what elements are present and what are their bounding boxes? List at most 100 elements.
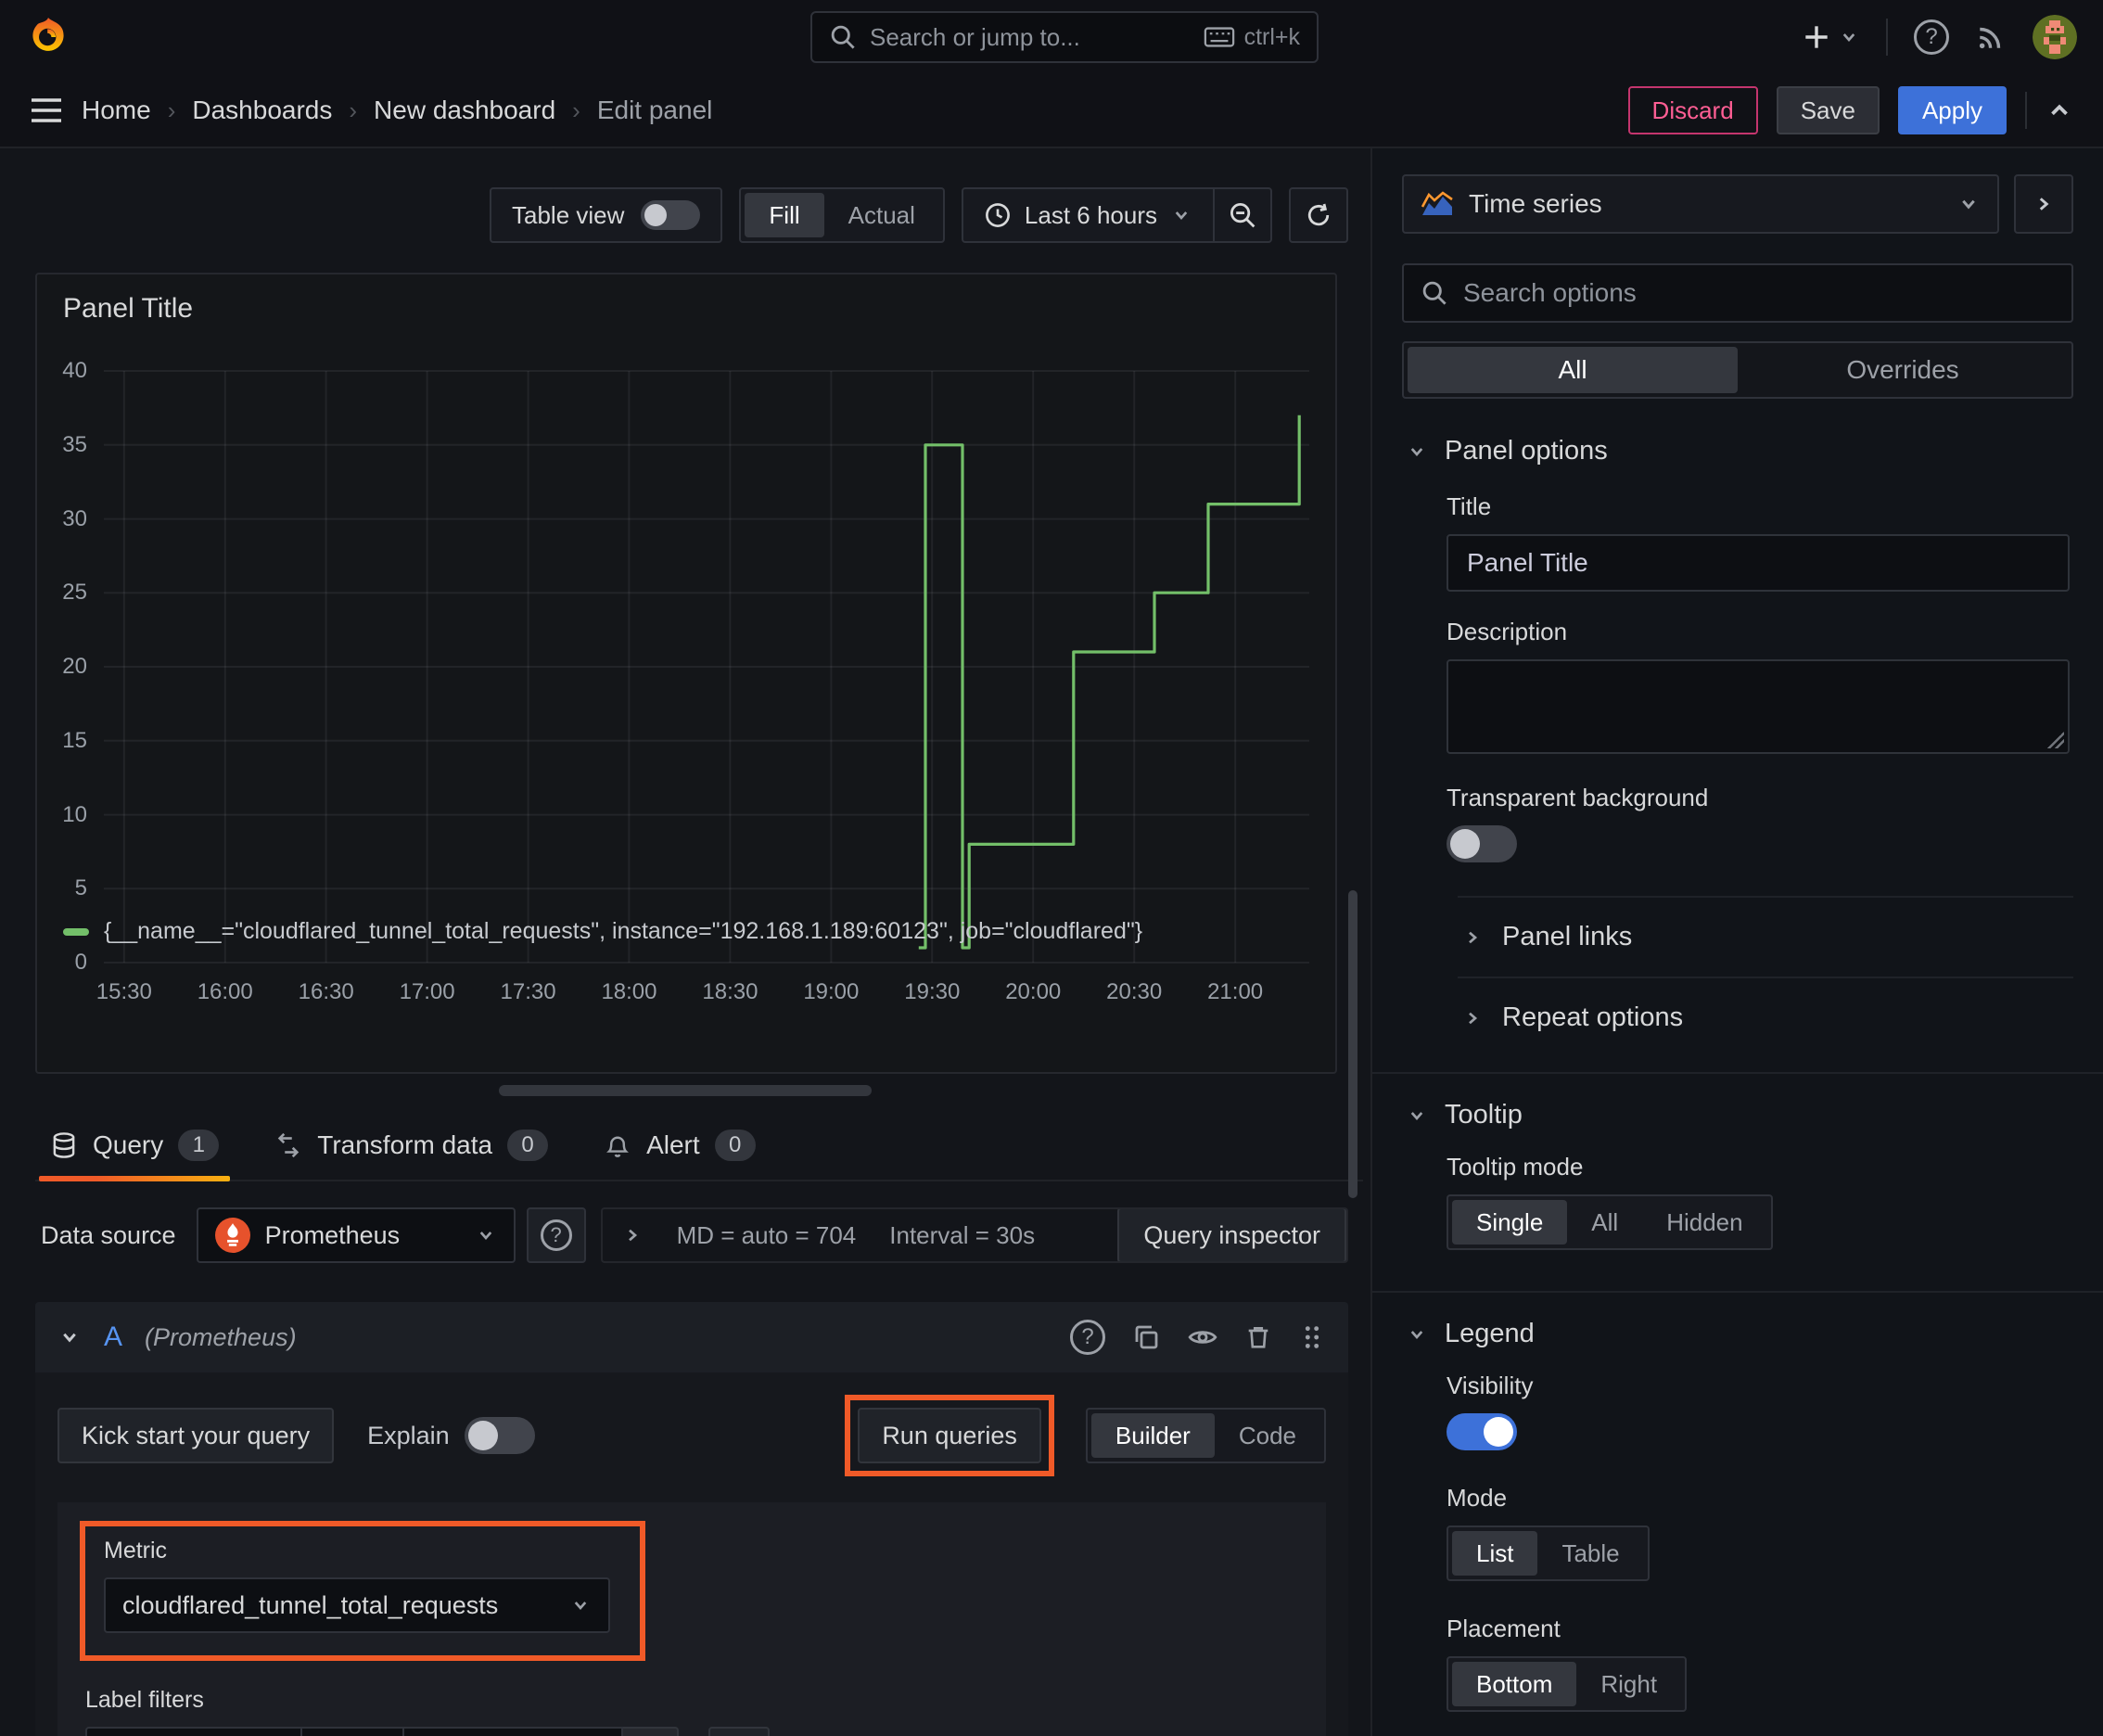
run-queries-button[interactable]: Run queries <box>858 1408 1041 1463</box>
edit-area-scrollbar[interactable] <box>1348 890 1357 1198</box>
panel-options-title: Panel options <box>1445 436 1608 466</box>
refresh-button[interactable] <box>1289 187 1348 243</box>
legend-placement-right[interactable]: Right <box>1576 1662 1681 1706</box>
title-label: Title <box>1447 492 1492 520</box>
explain-toggle[interactable] <box>464 1417 535 1454</box>
tooltip-section-header[interactable]: Tooltip <box>1402 1074 2073 1153</box>
query-inspector-button[interactable]: Query inspector <box>1117 1209 1346 1261</box>
datasource-picker[interactable]: Prometheus <box>196 1207 516 1263</box>
query-card-header[interactable]: A (Prometheus) ? <box>35 1302 1348 1372</box>
actions-divider <box>2025 92 2027 129</box>
breadcrumb-new-dashboard[interactable]: New dashboard <box>374 96 555 125</box>
tab-query[interactable]: Query 1 <box>38 1130 231 1181</box>
breadcrumb-separator: › <box>572 96 580 124</box>
code-option[interactable]: Code <box>1215 1413 1320 1458</box>
delete-query-trash-icon[interactable] <box>1244 1323 1272 1351</box>
panel-preview: Panel Title 0 5 10 15 20 25 30 35 40 15:30 16:00 16… <box>35 273 1337 1074</box>
collapse-options-pane-button[interactable] <box>2014 174 2073 234</box>
time-picker-group: Last 6 hours <box>961 187 1272 243</box>
global-search[interactable]: ctrl+k <box>810 11 1319 63</box>
zoom-out-button[interactable] <box>1215 187 1270 243</box>
visualization-picker[interactable]: Time series <box>1402 174 1999 234</box>
breadcrumb-edit-panel: Edit panel <box>596 96 713 124</box>
y-axis-tick-label: 5 <box>74 875 87 901</box>
duplicate-query-icon[interactable] <box>1131 1322 1161 1352</box>
all-overrides-tabs: All Overrides <box>1402 341 2073 399</box>
tab-overrides[interactable]: Overrides <box>1738 347 2068 393</box>
legend-mode-table[interactable]: Table <box>1537 1531 1643 1576</box>
resize-drag-handle[interactable] <box>499 1085 872 1096</box>
builder-option[interactable]: Builder <box>1090 1413 1215 1458</box>
add-filter-button[interactable] <box>708 1727 770 1736</box>
select-value-dropdown[interactable]: Select value <box>404 1727 623 1736</box>
zoom-out-icon <box>1230 203 1255 228</box>
table-view-toggle-chip: Table view <box>490 187 723 243</box>
help-icon[interactable]: ? <box>1914 19 1949 55</box>
fill-option[interactable]: Fill <box>745 193 824 237</box>
tab-alert[interactable]: Alert 0 <box>600 1130 759 1180</box>
breadcrumb-dashboards[interactable]: Dashboards <box>192 96 332 125</box>
transform-icon <box>274 1131 302 1159</box>
actual-option[interactable]: Actual <box>824 193 939 237</box>
legend-section-header[interactable]: Legend <box>1402 1293 2073 1372</box>
panel-edit-toolbar: Table view Fill Actual Last 6 hours <box>35 187 1348 243</box>
legend-mode-list[interactable]: List <box>1452 1531 1538 1576</box>
chart-plot-area[interactable] <box>104 370 1309 964</box>
legend-visibility-toggle[interactable] <box>1447 1413 1517 1450</box>
apply-button[interactable]: Apply <box>1897 86 2007 134</box>
legend-mode-segmented: List Table <box>1447 1525 1650 1581</box>
drag-handle-icon[interactable] <box>1298 1323 1326 1351</box>
legend-placement-bottom[interactable]: Bottom <box>1452 1662 1577 1706</box>
query-section: Data source Prometheus ? MD = auto = 704… <box>35 1207 1348 1736</box>
tab-all[interactable]: All <box>1408 347 1738 393</box>
news-icon[interactable] <box>1975 21 2007 53</box>
save-button[interactable]: Save <box>1776 86 1880 134</box>
collapse-header-icon[interactable] <box>2046 96 2073 124</box>
tooltip-mode-hidden[interactable]: Hidden <box>1642 1200 1766 1245</box>
hide-query-eye-icon[interactable] <box>1187 1321 1218 1353</box>
panel-options-section-header[interactable]: Panel options <box>1402 410 2073 489</box>
kick-start-query-button[interactable]: Kick start your query <box>57 1408 335 1463</box>
query-ref-id: A <box>104 1321 123 1352</box>
tooltip-mode-single[interactable]: Single <box>1452 1200 1568 1245</box>
database-icon <box>50 1131 78 1159</box>
query-count-badge: 1 <box>178 1130 220 1161</box>
description-textarea[interactable] <box>1447 659 2070 754</box>
panel-links-section-header[interactable]: Panel links <box>1402 898 2073 976</box>
remove-filter-button[interactable]: x <box>623 1727 679 1736</box>
search-options-input[interactable] <box>1463 278 2055 308</box>
chevron-right-icon[interactable] <box>621 1224 644 1246</box>
visualization-value: Time series <box>1469 189 1602 218</box>
x-axis-tick-label: 19:30 <box>904 979 961 1004</box>
repeat-options-section-header[interactable]: Repeat options <box>1402 978 2073 1057</box>
search-options-box[interactable] <box>1402 263 2073 323</box>
chevron-down-icon <box>1962 199 1975 210</box>
breadcrumb-home[interactable]: Home <box>82 96 151 125</box>
user-avatar[interactable] <box>2033 15 2077 59</box>
grafana-logo[interactable] <box>26 15 70 59</box>
x-axis-tick-label: 17:30 <box>500 979 556 1004</box>
discard-button[interactable]: Discard <box>1627 86 1758 134</box>
resize-handle-icon[interactable] <box>2046 730 2064 748</box>
panel-title: Panel Title <box>63 293 194 324</box>
panel-title-input[interactable] <box>1447 534 2070 592</box>
query-help-icon[interactable]: ? <box>1070 1320 1105 1355</box>
series-label[interactable]: {__name__="cloudflared_tunnel_total_requ… <box>104 918 1142 945</box>
new-dropdown-button[interactable] <box>1801 21 1860 53</box>
hamburger-menu-icon[interactable] <box>30 97 63 123</box>
tab-transform-data[interactable]: Transform data 0 <box>271 1130 552 1180</box>
select-label-dropdown[interactable]: Select label <box>85 1727 302 1736</box>
breadcrumb-separator: › <box>349 96 358 124</box>
chevron-down-icon <box>1842 33 1855 43</box>
transparent-background-toggle[interactable] <box>1447 825 1517 862</box>
prometheus-icon <box>214 1218 250 1253</box>
search-input[interactable] <box>870 22 1191 52</box>
clock-icon <box>984 201 1012 229</box>
time-range-picker[interactable]: Last 6 hours <box>963 201 1213 230</box>
chart-legend[interactable]: {__name__="cloudflared_tunnel_total_requ… <box>63 918 1142 945</box>
table-view-toggle[interactable] <box>641 200 701 230</box>
datasource-help-button[interactable]: ? <box>526 1207 586 1263</box>
tooltip-mode-all[interactable]: All <box>1567 1200 1642 1245</box>
metric-select[interactable]: cloudflared_tunnel_total_requests <box>104 1577 610 1633</box>
operator-dropdown[interactable]: = <box>302 1727 404 1736</box>
